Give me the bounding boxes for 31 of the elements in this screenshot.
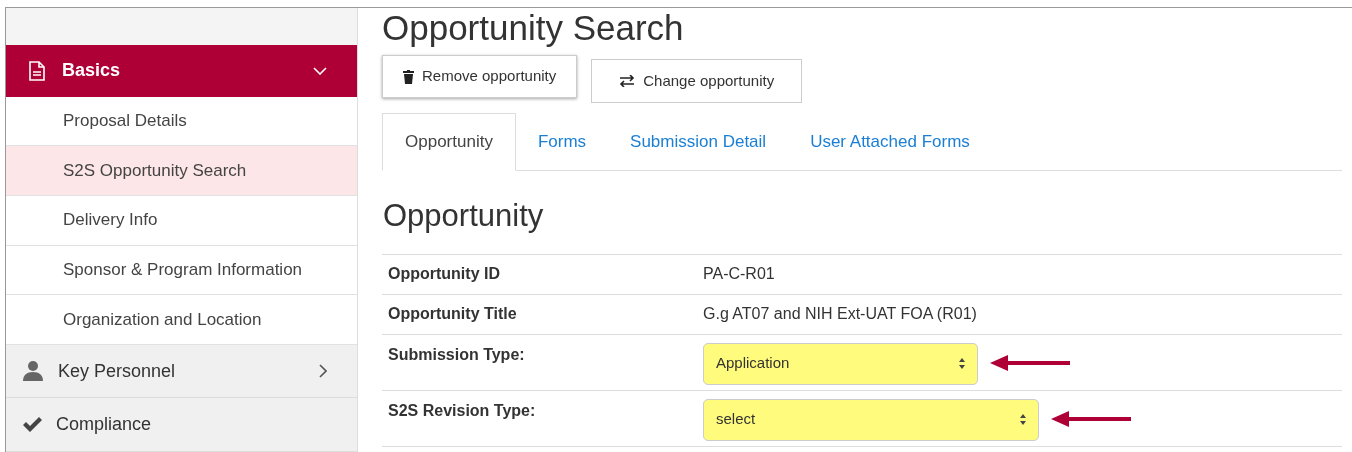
sidebar-item[interactable]: Delivery Info (6, 195, 357, 246)
sort-arrows-icon (959, 358, 965, 369)
tab[interactable]: Opportunity (382, 113, 516, 171)
trash-icon (403, 69, 414, 84)
document-icon (28, 60, 46, 81)
tab[interactable]: Submission Detail (608, 113, 789, 170)
action-button[interactable]: Change opportunity (591, 59, 803, 103)
sidebar-item[interactable]: Proposal Details (6, 96, 357, 147)
field-label: Submission Type: (387, 344, 526, 365)
section-title: Opportunity (383, 197, 545, 235)
sidebar-item[interactable]: Organization and Location (6, 295, 357, 345)
tab[interactable]: User Attached Forms (788, 113, 992, 170)
field-label: Opportunity Title (387, 304, 518, 324)
sidebar-item[interactable]: S2S Opportunity Search (6, 146, 357, 196)
select-field[interactable]: Application (703, 342, 978, 385)
sidebar-section[interactable]: Compliance (6, 398, 357, 452)
check-icon (22, 415, 42, 434)
sidebar-section[interactable]: Basics (6, 45, 357, 97)
swap-icon (619, 75, 636, 87)
tab[interactable]: Forms (515, 113, 609, 170)
sidebar-item[interactable]: Sponsor & Program Information (6, 245, 357, 296)
field-label: Opportunity ID (387, 264, 501, 284)
action-button[interactable]: Remove opportunity (382, 55, 578, 98)
field-label: S2S Revision Type: (387, 400, 537, 421)
sidebar-section[interactable]: Key Personnel (6, 344, 357, 399)
field-value: PA-C-R01 (703, 264, 775, 284)
field-value: G.g AT07 and NIH Ext-UAT FOA (R01) (703, 304, 977, 324)
page-title: Opportunity Search (382, 10, 685, 46)
sort-arrows-icon (1020, 414, 1026, 425)
select-field[interactable]: select (703, 398, 1039, 441)
person-icon (22, 360, 44, 383)
